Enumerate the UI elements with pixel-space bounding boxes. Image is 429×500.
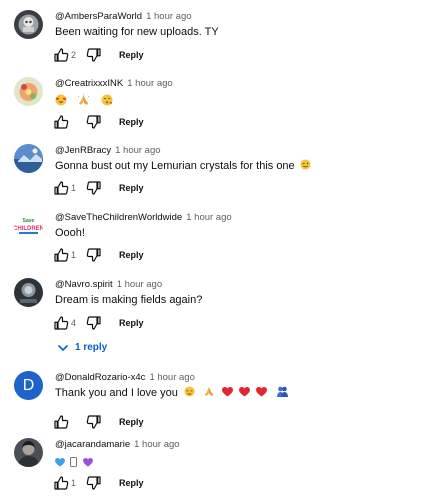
thumb-down-icon[interactable] xyxy=(85,314,103,332)
white-heart-emoji-icon xyxy=(70,454,78,472)
comment-item: @Navro.spirit 1 hour ago Dream is making … xyxy=(0,278,429,333)
reply-button[interactable]: Reply xyxy=(119,49,144,61)
avatar[interactable] xyxy=(14,278,43,307)
thumb-down-icon[interactable] xyxy=(85,113,103,131)
avatar[interactable] xyxy=(14,77,43,106)
thumb-up-icon[interactable] xyxy=(52,246,70,264)
like-count: 1 xyxy=(71,478,77,488)
svg-text:CHILDREN: CHILDREN xyxy=(14,226,43,232)
kiss-emoji-icon xyxy=(101,93,113,111)
comment-header: @CreatrixxxINK 1 hour ago xyxy=(55,77,173,91)
avatar[interactable]: Save CHILDREN xyxy=(14,211,43,240)
comment-text-content: Gonna bust out my Lemurian crystals for … xyxy=(55,160,295,172)
comment-header: @DonaldRozario-x4c 1 hour ago xyxy=(55,371,195,385)
red-heart-emoji-icon xyxy=(239,387,251,402)
comment-time[interactable]: 1 hour ago xyxy=(149,372,194,383)
comment-time[interactable]: 1 hour ago xyxy=(117,279,162,290)
reply-button[interactable]: Reply xyxy=(119,182,144,194)
avatar[interactable]: D xyxy=(14,371,43,400)
comment-text-content: Thank you and I love you xyxy=(55,387,178,399)
comment-actions: 1 Reply xyxy=(52,179,192,197)
thumb-up-icon[interactable] xyxy=(52,46,70,64)
comment-item: @JenRBracy 1 hour ago Gonna bust out my L… xyxy=(0,144,429,199)
thumb-down-icon[interactable] xyxy=(85,474,103,492)
comment-time[interactable]: 1 hour ago xyxy=(127,78,172,89)
avatar[interactable] xyxy=(14,438,43,467)
like-count: 4 xyxy=(71,318,77,328)
avatar[interactable] xyxy=(14,10,43,39)
reply-button[interactable]: Reply xyxy=(119,477,144,489)
comment-author[interactable]: @CreatrixxxINK xyxy=(55,78,123,89)
thumb-down-icon[interactable] xyxy=(85,246,103,264)
comment-author[interactable]: @SaveTheChildrenWorldwide xyxy=(55,212,182,223)
red-heart-emoji-icon xyxy=(222,387,234,402)
thumb-down-icon[interactable] xyxy=(85,179,103,197)
purple-heart-emoji-icon xyxy=(82,454,93,472)
wink-emoji-icon xyxy=(300,159,311,175)
comment-time[interactable]: 1 hour ago xyxy=(186,212,231,223)
thumb-up-icon[interactable] xyxy=(52,413,70,431)
reply-button[interactable]: Reply xyxy=(119,116,144,128)
folded-hands-emoji-icon xyxy=(77,93,90,111)
comment-actions: 1 Reply xyxy=(52,474,192,492)
comment-text: Gonna bust out my Lemurian crystals for … xyxy=(55,159,311,175)
people-hugging-emoji-icon xyxy=(276,386,289,402)
chevron-down-icon xyxy=(57,344,69,352)
comment-author[interactable]: @jacarandamarie xyxy=(55,439,130,450)
comment-author[interactable]: @AmbersParaWorld xyxy=(55,11,142,22)
replies-toggle-label: 1 reply xyxy=(75,342,108,353)
reply-button[interactable]: Reply xyxy=(119,416,144,428)
comment-item: Save CHILDREN @SaveTheChildrenWorldwide 1… xyxy=(0,211,429,266)
comment-actions: Reply xyxy=(52,113,192,131)
comment-header: @JenRBracy 1 hour ago xyxy=(55,144,161,158)
comment-author[interactable]: @JenRBracy xyxy=(55,145,111,156)
comment-actions: 1 Reply xyxy=(52,246,192,264)
comment-text: Thank you and I love you xyxy=(55,386,289,402)
reply-button[interactable]: Reply xyxy=(119,249,144,261)
comment-item: @AmbersParaWorld 1 hour ago Been waiting … xyxy=(0,10,429,70)
blue-heart-emoji-icon xyxy=(55,454,65,472)
comment-emojis xyxy=(55,454,99,468)
comment-item: D @DonaldRozario-x4c 1 hour ago Thank you… xyxy=(0,371,429,431)
heart-eyes-emoji-icon xyxy=(55,93,67,111)
thumb-up-icon[interactable] xyxy=(52,474,70,492)
comment-time[interactable]: 1 hour ago xyxy=(115,145,160,156)
comment-emojis xyxy=(55,93,119,107)
comment-item: @jacarandamarie 1 hour ago 1 Reply xyxy=(0,438,429,493)
red-heart-emoji-icon xyxy=(256,387,268,402)
thumb-up-icon[interactable] xyxy=(52,113,70,131)
comment-actions: 2 Reply xyxy=(52,46,192,64)
comment-text: Oooh! xyxy=(55,227,85,239)
comment-actions: 4 Reply xyxy=(52,314,192,332)
thumb-up-icon[interactable] xyxy=(52,314,70,332)
thumb-down-icon[interactable] xyxy=(85,413,103,431)
reply-button[interactable]: Reply xyxy=(119,317,144,329)
like-count: 1 xyxy=(71,250,77,260)
comment-text: Dream is making fields again? xyxy=(55,294,203,306)
comment-header: @Navro.spirit 1 hour ago xyxy=(55,278,162,292)
folded-hands-emoji-icon xyxy=(203,386,215,402)
comment-item: @CreatrixxxINK 1 hour ago Reply xyxy=(0,77,429,132)
comment-actions: Reply xyxy=(52,413,192,431)
thumb-up-icon[interactable] xyxy=(52,179,70,197)
relieved-emoji-icon xyxy=(184,386,195,402)
comment-time[interactable]: 1 hour ago xyxy=(134,439,179,450)
comment-text: Been waiting for new uploads. TY xyxy=(55,26,219,38)
thumb-down-icon[interactable] xyxy=(85,46,103,64)
svg-text:Save: Save xyxy=(23,218,35,224)
avatar[interactable] xyxy=(14,144,43,173)
comment-header: @jacarandamarie 1 hour ago xyxy=(55,438,180,452)
comment-header: @SaveTheChildrenWorldwide 1 hour ago xyxy=(55,211,232,225)
comment-author[interactable]: @Navro.spirit xyxy=(55,279,113,290)
comment-time[interactable]: 1 hour ago xyxy=(146,11,191,22)
like-count: 1 xyxy=(71,183,77,193)
like-count: 2 xyxy=(71,50,77,60)
comment-author[interactable]: @DonaldRozario-x4c xyxy=(55,372,145,383)
comment-header: @AmbersParaWorld 1 hour ago xyxy=(55,10,192,24)
